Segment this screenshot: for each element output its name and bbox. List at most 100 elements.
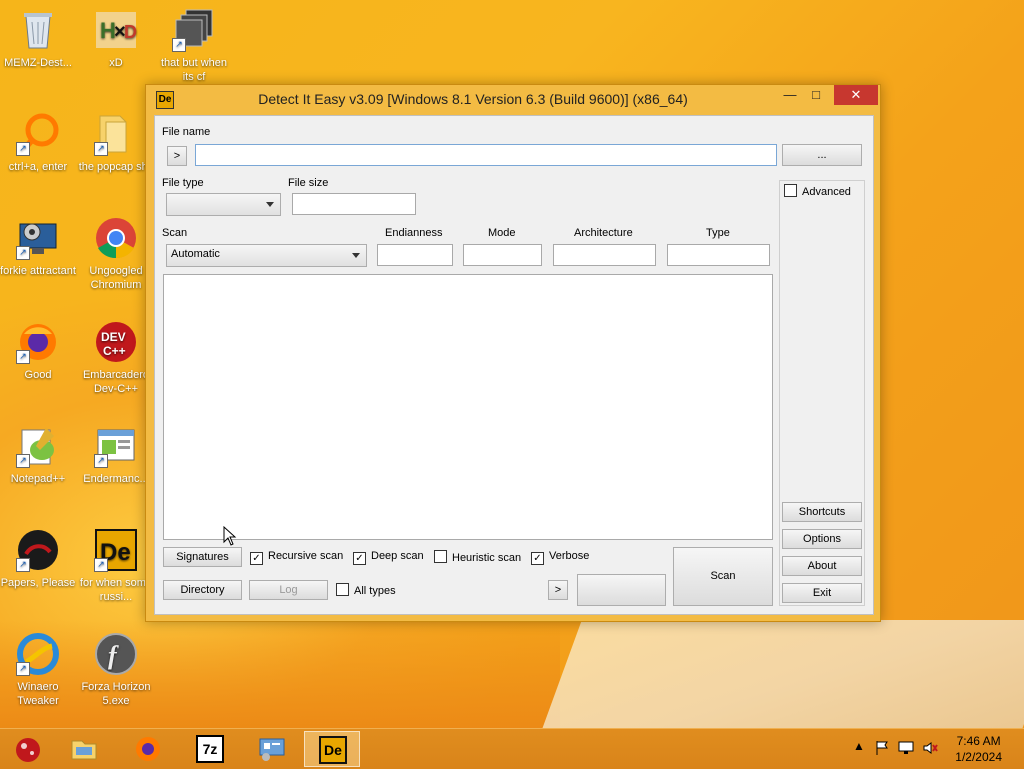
checkbox-box bbox=[784, 184, 797, 197]
taskbar-control-panel[interactable] bbox=[244, 731, 300, 767]
desktop-icon-devcpp[interactable]: DEV C++ Embarcadero Dev-C++ bbox=[78, 320, 154, 396]
taskbar-detect-it-easy[interactable]: De bbox=[304, 731, 360, 767]
devcpp-icon: DEV C++ bbox=[94, 320, 138, 364]
network-icon[interactable] bbox=[898, 740, 914, 756]
title-bar[interactable]: De Detect It Easy v3.09 [Windows 8.1 Ver… bbox=[146, 85, 880, 111]
desktop-icon-chromium[interactable]: Ungoogled Chromium bbox=[78, 216, 154, 292]
file-type-label: File type bbox=[162, 177, 204, 189]
desktop-icon-label: the popcap shit bbox=[78, 161, 154, 173]
desktop-icon-cf[interactable]: ↗ that but when its cf bbox=[156, 8, 232, 84]
desktop-icon-label: Forza Horizon 5.exe bbox=[81, 681, 151, 707]
exit-button[interactable]: Exit bbox=[782, 583, 862, 603]
verbose-checkbox[interactable]: ✓ Verbose bbox=[531, 550, 589, 565]
show-hidden-icons-chevron-up-icon[interactable]: ▲ bbox=[853, 739, 865, 753]
shortcut-arrow-icon: ↗ bbox=[94, 142, 108, 156]
chevron-down-icon bbox=[352, 253, 360, 258]
mode-label: Mode bbox=[488, 227, 516, 239]
shortcut-arrow-icon: ↗ bbox=[16, 662, 30, 676]
shortcut-arrow-icon: ↗ bbox=[94, 558, 108, 572]
desktop-icon-ctrl-a[interactable]: ↗ ctrl+a, enter bbox=[0, 112, 76, 174]
maximize-button[interactable]: □ bbox=[802, 85, 830, 105]
checkbox-box bbox=[434, 550, 447, 563]
desktop-icon-popcap[interactable]: ↗ the popcap shit bbox=[78, 112, 154, 174]
heuristic-scan-checkbox[interactable]: Heuristic scan bbox=[434, 550, 521, 564]
desktop-icon-good[interactable]: ↗ Good bbox=[0, 320, 76, 382]
firefox-icon bbox=[136, 737, 160, 761]
signatures-button[interactable]: Signatures bbox=[163, 547, 242, 567]
desktop-icon-forza[interactable]: f Forza Horizon 5.exe bbox=[78, 632, 154, 708]
options-button[interactable]: Options bbox=[782, 529, 862, 549]
stacked-windows-icon: ↗ bbox=[172, 8, 216, 52]
chrome-icon bbox=[94, 216, 138, 260]
about-button[interactable]: About bbox=[782, 556, 862, 576]
scan-mode-value: Automatic bbox=[171, 248, 220, 260]
directory-button[interactable]: Directory bbox=[163, 580, 242, 600]
desktop-icon-winaero[interactable]: ↗ Winaero Tweaker bbox=[0, 632, 76, 708]
architecture-field[interactable] bbox=[553, 244, 656, 266]
detect-it-easy-window: De Detect It Easy v3.09 [Windows 8.1 Ver… bbox=[145, 84, 881, 622]
scan-mode-select[interactable]: Automatic bbox=[166, 244, 367, 267]
scan-button[interactable]: Scan bbox=[673, 547, 773, 606]
shortcut-arrow-icon: ↗ bbox=[16, 142, 30, 156]
recursive-scan-checkbox[interactable]: ✓ Recursive scan bbox=[250, 550, 343, 565]
file-name-input[interactable] bbox=[195, 144, 777, 166]
wallpaper-light-band bbox=[538, 620, 1024, 740]
desktop-icon-forkie[interactable]: ↗ forkie attractant bbox=[0, 216, 76, 278]
desktop-icon-label: forkie attractant bbox=[0, 265, 76, 277]
desktop-icon-xd[interactable]: H × D xD bbox=[78, 8, 154, 70]
desktop-icon-russi[interactable]: De ↗ for when some russi... bbox=[78, 528, 154, 604]
browse-button[interactable]: ... bbox=[782, 144, 862, 166]
checkmark-icon: ✓ bbox=[250, 552, 263, 565]
action-center-flag-icon[interactable] bbox=[874, 740, 890, 756]
minimize-button[interactable]: — bbox=[776, 85, 804, 105]
computer-gear-icon: ↗ bbox=[16, 216, 60, 260]
desktop-icon-papers-please[interactable]: ↗ Papers, Please bbox=[0, 528, 76, 590]
7zip-icon-text: 7z bbox=[202, 741, 218, 757]
svg-text:DEV: DEV bbox=[101, 330, 126, 344]
file-name-label: File name bbox=[162, 126, 211, 138]
mode-field[interactable] bbox=[463, 244, 542, 266]
folder-icon bbox=[71, 740, 97, 760]
type-field[interactable] bbox=[667, 244, 770, 266]
shortcuts-button[interactable]: Shortcuts bbox=[782, 502, 862, 522]
scan-progress-button[interactable] bbox=[577, 574, 666, 606]
advanced-checkbox[interactable]: Advanced bbox=[784, 184, 851, 198]
all-types-checkbox[interactable]: All types bbox=[336, 583, 396, 597]
detect-it-easy-icon: De bbox=[319, 736, 347, 764]
scan-arrow-button[interactable]: > bbox=[548, 580, 568, 600]
deep-scan-checkbox[interactable]: ✓ Deep scan bbox=[353, 550, 424, 565]
desktop-icon-memz[interactable]: MEMZ-Dest... bbox=[0, 8, 76, 70]
desktop-icon-endermanch[interactable]: ↗ Endermanc... bbox=[78, 424, 154, 486]
clock-time: 7:46 AM bbox=[956, 734, 1001, 748]
desktop-icon-label: for when some russi... bbox=[79, 577, 153, 603]
desktop-icon-notepadpp[interactable]: ↗ Notepad++ bbox=[0, 424, 76, 486]
recursive-scan-label: Recursive scan bbox=[268, 550, 344, 562]
start-button[interactable] bbox=[0, 731, 56, 767]
endianness-label: Endianness bbox=[385, 227, 443, 239]
shortcut-arrow-icon: ↗ bbox=[94, 454, 108, 468]
file-size-field[interactable] bbox=[292, 193, 416, 215]
svg-text:C++: C++ bbox=[103, 344, 126, 358]
volume-muted-icon[interactable] bbox=[922, 740, 938, 756]
checkmark-icon: ✓ bbox=[353, 552, 366, 565]
log-button[interactable]: Log bbox=[249, 580, 328, 600]
folder-icon: ↗ bbox=[94, 112, 138, 156]
file-size-label: File size bbox=[288, 177, 329, 189]
checkbox-box bbox=[336, 583, 349, 596]
taskbar-7zip[interactable]: 7z bbox=[182, 731, 238, 767]
taskbar-firefox[interactable] bbox=[120, 731, 176, 767]
desktop-icon-label: xD bbox=[109, 57, 123, 69]
desktop-icon-label: MEMZ-Dest... bbox=[4, 57, 72, 69]
file-type-select[interactable] bbox=[166, 193, 281, 216]
results-panel[interactable] bbox=[163, 274, 773, 540]
file-open-go-button[interactable]: > bbox=[167, 146, 187, 166]
all-types-label: All types bbox=[354, 585, 396, 597]
7zip-icon: 7z bbox=[196, 735, 224, 763]
desktop-icon-label: Embarcadero Dev-C++ bbox=[82, 369, 150, 395]
taskbar-file-explorer[interactable] bbox=[56, 731, 112, 767]
checkmark-icon: ✓ bbox=[531, 552, 544, 565]
control-panel-icon bbox=[259, 738, 285, 761]
system-clock[interactable]: 7:46 AM 1/2/2024 bbox=[955, 733, 1002, 765]
close-button[interactable]: ✕ bbox=[834, 85, 878, 105]
endianness-field[interactable] bbox=[377, 244, 453, 266]
